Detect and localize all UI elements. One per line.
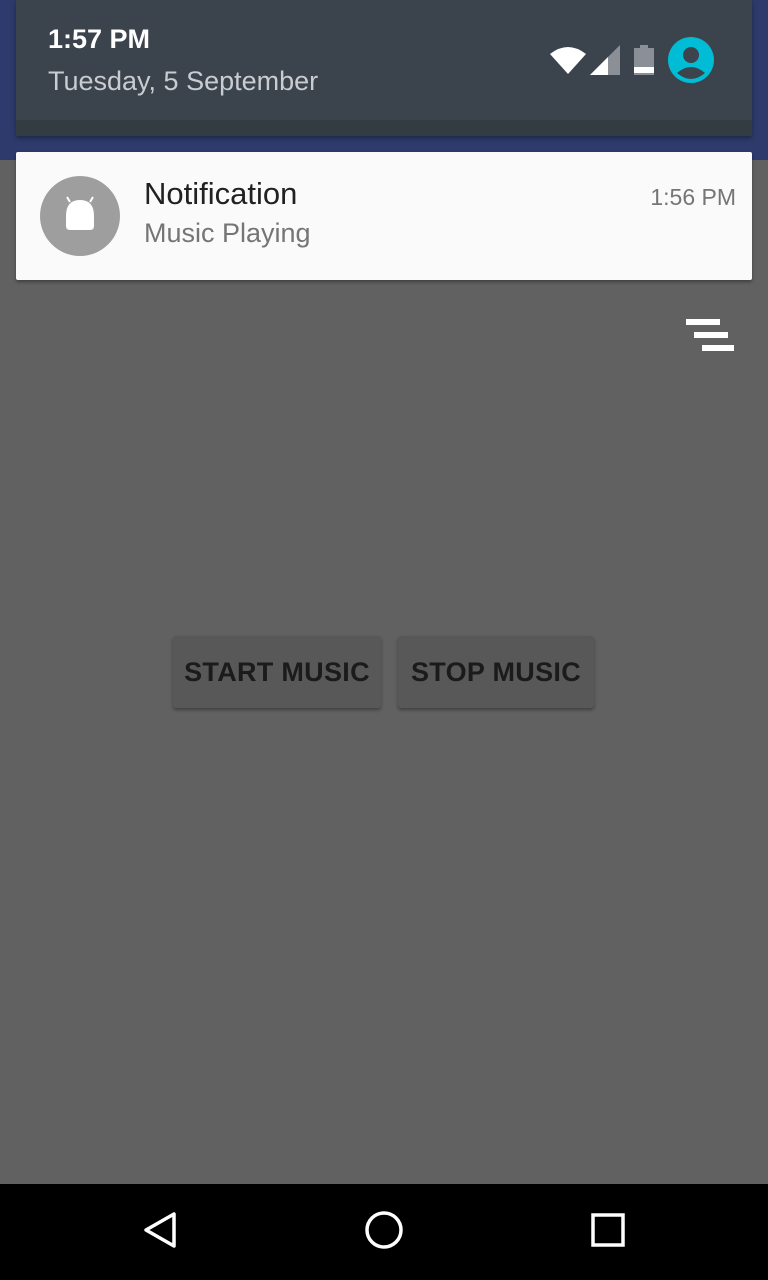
cell-signal-icon: [590, 45, 620, 75]
android-icon: [40, 176, 120, 256]
start-music-button[interactable]: START MUSIC: [173, 636, 381, 708]
home-button[interactable]: [352, 1200, 416, 1264]
recents-button[interactable]: [576, 1200, 640, 1264]
notification-card[interactable]: Notification Music Playing 1:56 PM: [16, 152, 752, 280]
recents-icon: [588, 1210, 628, 1255]
stop-music-button[interactable]: STOP MUSIC: [398, 636, 594, 708]
quick-settings-header[interactable]: 1:57 PM Tuesday, 5 September: [16, 0, 752, 136]
navigation-bar: [0, 1184, 768, 1280]
battery-icon: [634, 45, 654, 75]
home-icon: [364, 1210, 404, 1255]
back-button[interactable]: [128, 1200, 192, 1264]
user-avatar-icon[interactable]: [668, 37, 714, 83]
notification-time: 1:56 PM: [650, 184, 736, 210]
notification-text: Music Playing: [144, 218, 311, 248]
notification-title: Notification: [144, 176, 298, 211]
screen: 1:57 PM Tuesday, 5 September Notificatio…: [0, 0, 768, 1280]
clock-time: 1:57 PM: [48, 24, 151, 54]
clear-all-button[interactable]: [682, 312, 742, 360]
quick-settings-handle: [16, 120, 752, 136]
wifi-icon: [550, 46, 586, 74]
clear-all-icon: [682, 319, 742, 364]
status-icons: [550, 36, 714, 84]
date-label: Tuesday, 5 September: [48, 66, 319, 96]
back-icon: [140, 1210, 180, 1255]
